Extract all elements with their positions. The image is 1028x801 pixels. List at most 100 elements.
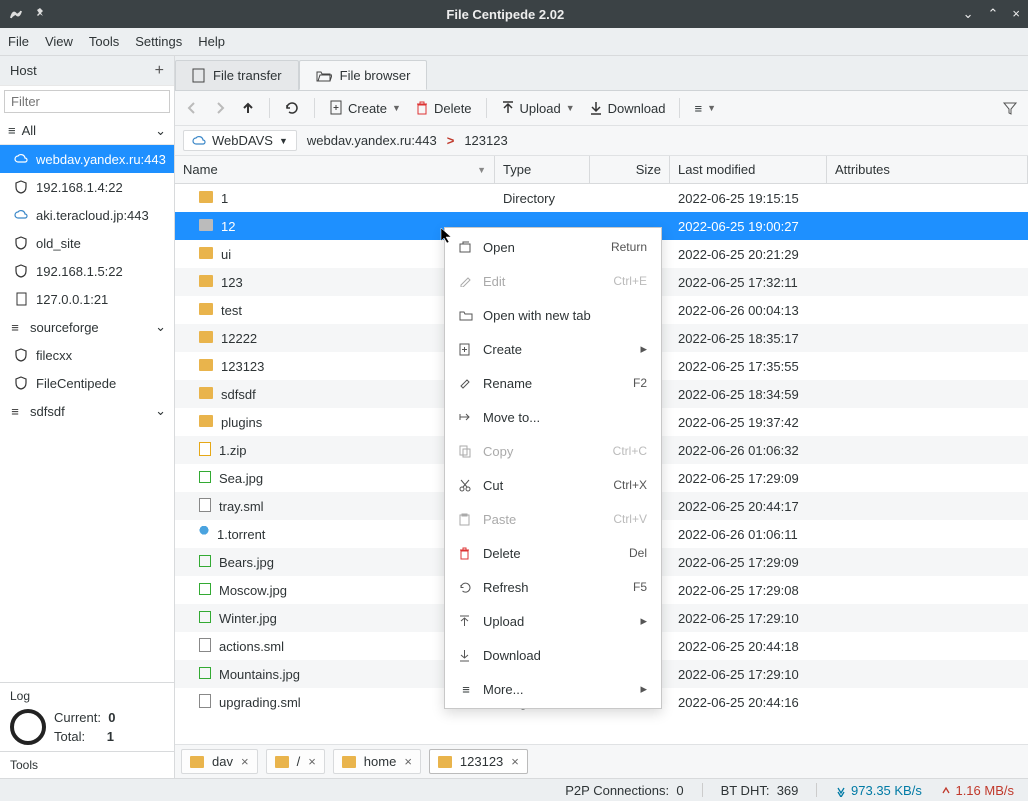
ctx-paste: PasteCtrl+V [445,502,661,536]
folder-icon [199,415,213,430]
cloud-icon [14,152,28,166]
ctx-refresh[interactable]: RefreshF5 [445,570,661,604]
all-hosts-row[interactable]: ≡All ⌄ [0,117,174,145]
ctx-move-to-[interactable]: Move to... [445,400,661,434]
path-tabs: dav× /× home× 123123× [175,744,1028,778]
ctx-open[interactable]: OpenReturn [445,230,661,264]
delete-button[interactable]: Delete [415,100,472,116]
nav-up-button[interactable] [241,101,255,115]
zip-icon [199,442,211,459]
pin-icon[interactable] [34,7,48,21]
maximize-button[interactable]: ⌃ [988,6,999,22]
download-button[interactable]: Download [589,100,666,116]
menu-file[interactable]: File [8,34,29,49]
crumb-part-0[interactable]: webdav.yandex.ru:443 [307,133,437,148]
col-type-header[interactable]: Type [495,156,590,183]
img-icon [199,471,211,486]
tabbar: File transferFile browser [175,56,1028,90]
close-icon[interactable]: × [511,754,519,769]
torrent-icon [199,526,209,543]
ctx-rename[interactable]: RenameF2 [445,366,661,400]
menubar: File View Tools Settings Help [0,28,1028,56]
nav-back-button[interactable] [185,101,199,115]
path-tab[interactable]: 123123× [429,749,528,774]
toolbar: Create ▼ Delete Upload ▼ Download ≡ ▼ [175,90,1028,126]
close-icon[interactable]: × [404,754,412,769]
host-filter-input[interactable] [4,90,170,113]
breadcrumb-row: WebDAVS ▼ webdav.yandex.ru:443 > 123123 [175,126,1028,156]
more-icon: ≡ [459,682,473,697]
menu-view[interactable]: View [45,34,73,49]
ctx-more-[interactable]: ≡More...▸ [445,672,661,706]
crumb-part-1[interactable]: 123123 [464,133,507,148]
col-size-header[interactable]: Size [590,156,670,183]
minimize-button[interactable]: ⌄ [963,6,974,22]
filter-button[interactable] [1002,100,1018,116]
upload-speed: 1.16 MB/s [940,783,1014,798]
download-speed: 973.35 KB/s [835,783,921,798]
ctx-upload[interactable]: Upload▸ [445,604,661,638]
host-item[interactable]: filecxx [0,341,174,369]
img-icon [199,555,211,570]
host-group[interactable]: ≡sdfsdf⌄ [0,397,174,425]
log-section-label[interactable]: Log [0,682,174,707]
host-item[interactable]: 192.168.1.5:22 [0,257,174,285]
close-button[interactable]: × [1012,6,1020,22]
ctx-create[interactable]: Create▸ [445,332,661,366]
host-item[interactable]: 127.0.0.1:21 [0,285,174,313]
close-icon[interactable]: × [241,754,249,769]
ctx-download[interactable]: Download [445,638,661,672]
close-icon[interactable]: × [308,754,316,769]
folder-icon [190,756,204,768]
upload-button[interactable]: Upload ▼ [501,100,575,116]
col-attrs-header[interactable]: Attributes [827,156,1028,183]
crumb-separator: > [447,133,455,148]
provider-selector[interactable]: WebDAVS ▼ [183,130,297,151]
col-name-header[interactable]: Name▼ [175,156,495,183]
folder-icon [199,387,213,402]
ctx-edit: EditCtrl+E [445,264,661,298]
menu-tools[interactable]: Tools [89,34,119,49]
move-icon [459,412,473,423]
host-item[interactable]: FileCentipede [0,369,174,397]
host-list: webdav.yandex.ru:443192.168.1.4:22aki.te… [0,145,174,682]
chevron-down-icon: ⌄ [155,123,166,139]
cut-icon [459,479,473,492]
table-row[interactable]: 1Directory2022-06-25 19:15:15 [175,184,1028,212]
add-host-button[interactable]: + [155,62,164,80]
col-modified-header[interactable]: Last modified [670,156,827,183]
path-tab[interactable]: home× [333,749,421,774]
host-header: Host + [0,56,174,86]
tab-file-transfer[interactable]: File transfer [175,60,299,90]
nav-forward-button[interactable] [213,101,227,115]
ctx-delete[interactable]: DeleteDel [445,536,661,570]
shield-icon [14,236,28,250]
chevron-right-icon: ▸ [640,341,647,357]
img-icon [199,667,211,682]
view-options-button[interactable]: ≡ ▼ [694,101,716,116]
chevron-down-icon: ⌄ [155,319,166,335]
window-title: File Centipede 2.02 [48,7,963,22]
refresh-button[interactable] [284,100,300,116]
tools-section-label[interactable]: Tools [0,751,174,778]
host-item[interactable]: aki.teracloud.jp:443 [0,201,174,229]
path-tab[interactable]: /× [266,749,325,774]
host-group[interactable]: ≡sourceforge⌄ [0,313,174,341]
open-icon [459,241,473,253]
progress-ring-icon [10,709,46,745]
folder-icon [438,756,452,768]
host-item[interactable]: 192.168.1.4:22 [0,173,174,201]
shield-icon [14,180,28,194]
folder-open-icon [459,310,473,321]
img-icon [199,583,211,598]
shield-icon [14,264,28,278]
host-item[interactable]: webdav.yandex.ru:443 [0,145,174,173]
tab-file-browser[interactable]: File browser [299,60,428,90]
host-item[interactable]: old_site [0,229,174,257]
create-button[interactable]: Create ▼ [329,100,401,116]
menu-help[interactable]: Help [198,34,225,49]
path-tab[interactable]: dav× [181,749,258,774]
menu-settings[interactable]: Settings [135,34,182,49]
ctx-open-with-new-tab[interactable]: Open with new tab [445,298,661,332]
ctx-cut[interactable]: CutCtrl+X [445,468,661,502]
